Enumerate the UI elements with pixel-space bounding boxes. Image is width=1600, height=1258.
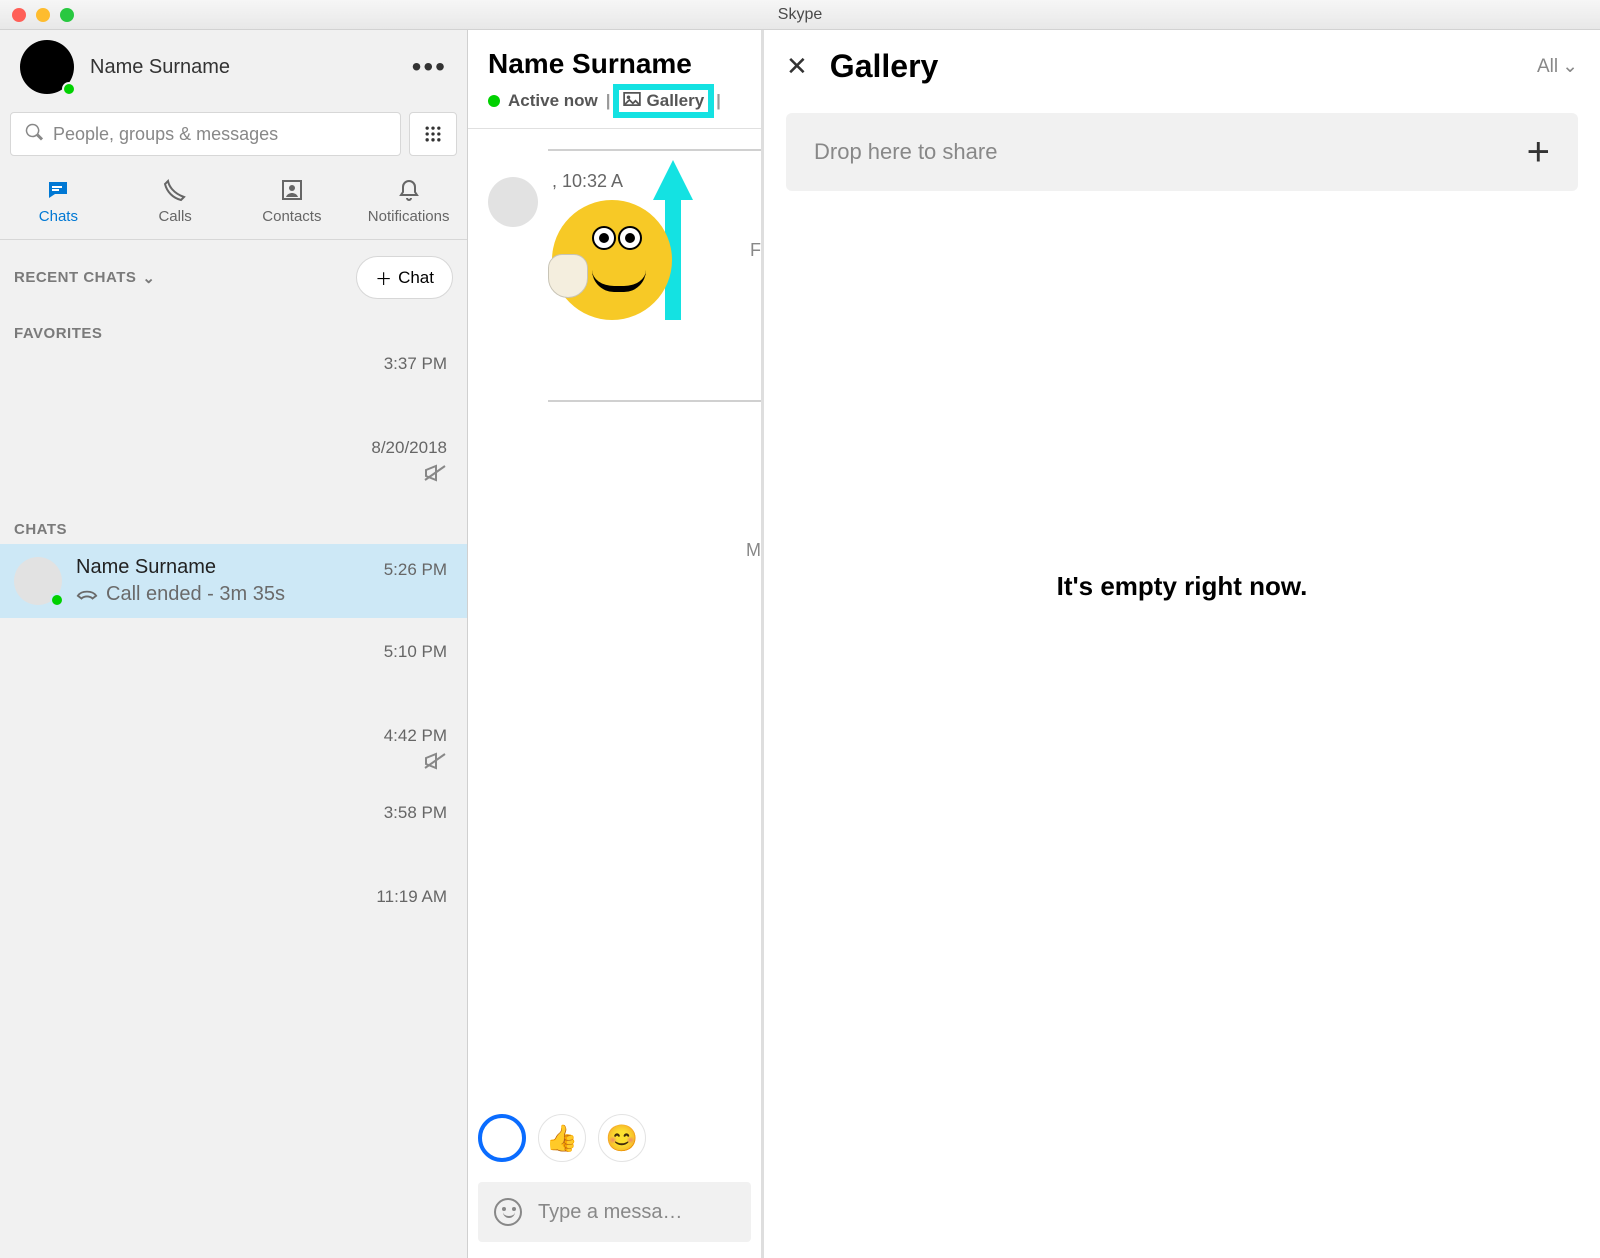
plus-icon[interactable]: +: [1527, 130, 1550, 175]
smile-suggestion[interactable]: 😊: [598, 1114, 646, 1162]
timestamp: 5:10 PM: [0, 636, 467, 668]
gallery-filter[interactable]: All ⌄: [1537, 55, 1578, 78]
call-ended-icon: [76, 583, 98, 606]
my-name: Name Surname: [90, 56, 412, 79]
tab-contacts-label: Contacts: [234, 208, 351, 225]
filter-label: All: [1537, 56, 1558, 78]
favorites-heading: FAVORITES: [0, 315, 467, 348]
compose-box[interactable]: Type a messa…: [478, 1182, 751, 1242]
sidebar: Name Surname ••• People, groups & messag…: [0, 30, 468, 1258]
window-title: Skype: [778, 6, 822, 24]
cortana-suggestion[interactable]: [478, 1114, 526, 1162]
drop-label: Drop here to share: [814, 139, 997, 165]
gallery-button[interactable]: Gallery: [619, 90, 709, 112]
more-menu-icon[interactable]: •••: [412, 51, 447, 83]
empty-state: It's empty right now.: [786, 571, 1578, 602]
chevron-down-icon: ⌄: [142, 269, 155, 287]
search-input[interactable]: People, groups & messages: [10, 112, 401, 156]
emoji-icon[interactable]: [494, 1198, 522, 1226]
image-icon: [623, 91, 641, 111]
gallery-pane: ✕ Gallery All ⌄ Drop here to share + It'…: [764, 30, 1600, 1258]
phone-icon: [117, 176, 234, 204]
chat-list-item[interactable]: Name Surname Call ended - 3m 35s 5:26 PM: [0, 544, 467, 618]
date-divider: [548, 400, 761, 402]
presence-indicator: [488, 95, 500, 107]
nav-tabs: Chats Calls Contacts Notifications: [0, 166, 467, 240]
tab-notifications[interactable]: Notifications: [350, 176, 467, 225]
chat-subtitle: Call ended - 3m 35s: [106, 583, 285, 606]
chat-name: Name Surname: [76, 556, 370, 579]
profile-row[interactable]: Name Surname •••: [0, 30, 467, 104]
tab-chats-label: Chats: [0, 208, 117, 225]
close-window[interactable]: [12, 8, 26, 22]
new-chat-label: Chat: [398, 268, 434, 288]
conversation-title[interactable]: Name Surname: [488, 48, 753, 80]
tab-contacts[interactable]: Contacts: [234, 176, 351, 225]
tab-calls-label: Calls: [117, 208, 234, 225]
plus-icon: ＋: [375, 265, 392, 290]
timestamp: 8/20/2018: [0, 432, 467, 464]
conversation-pane: Name Surname Active now | Gallery | F: [468, 30, 764, 1258]
dialpad-button[interactable]: [409, 112, 457, 156]
close-icon[interactable]: ✕: [786, 51, 808, 82]
tab-calls[interactable]: Calls: [117, 176, 234, 225]
chevron-down-icon: ⌄: [1562, 55, 1578, 78]
timestamp: 4:42 PM: [0, 720, 467, 752]
message-time: , 10:32 A: [552, 171, 672, 192]
edge-label: F: [750, 240, 761, 261]
avatar: [488, 177, 538, 227]
avatar: [14, 557, 62, 605]
presence-indicator: [50, 593, 64, 607]
hi-emoji: [552, 200, 672, 320]
window-controls: [12, 8, 74, 22]
my-avatar[interactable]: [20, 40, 74, 94]
contacts-icon: [234, 176, 351, 204]
presence-indicator: [62, 82, 76, 96]
thumbs-up-suggestion[interactable]: 👍: [538, 1114, 586, 1162]
chat-time: 5:26 PM: [384, 560, 447, 580]
search-placeholder: People, groups & messages: [53, 124, 278, 145]
gallery-title: Gallery: [830, 48, 1515, 85]
timestamp: 3:58 PM: [0, 797, 467, 829]
tab-notifications-label: Notifications: [350, 208, 467, 225]
chat-icon: [0, 176, 117, 204]
tab-chats[interactable]: Chats: [0, 176, 117, 225]
search-icon: [25, 123, 43, 146]
minimize-window[interactable]: [36, 8, 50, 22]
date-divider: [548, 149, 761, 151]
recent-chats-heading[interactable]: RECENT CHATS ⌄: [14, 269, 155, 287]
drop-zone[interactable]: Drop here to share +: [786, 113, 1578, 191]
muted-icon: [0, 752, 467, 775]
window-titlebar: Skype: [0, 0, 1600, 30]
edge-label: M: [746, 540, 761, 561]
conversation-status: Active now: [508, 91, 598, 111]
muted-icon: [0, 464, 467, 487]
message: , 10:32 A: [478, 171, 761, 320]
suggestion-row: 👍 😊: [478, 1114, 646, 1162]
compose-placeholder: Type a messa…: [538, 1201, 683, 1224]
gallery-label: Gallery: [647, 91, 705, 111]
timestamp: 11:19 AM: [0, 881, 467, 913]
maximize-window[interactable]: [60, 8, 74, 22]
chats-heading: CHATS: [0, 511, 467, 544]
timestamp: 3:37 PM: [0, 348, 467, 380]
bell-icon: [350, 176, 467, 204]
new-chat-button[interactable]: ＋ Chat: [356, 256, 453, 299]
